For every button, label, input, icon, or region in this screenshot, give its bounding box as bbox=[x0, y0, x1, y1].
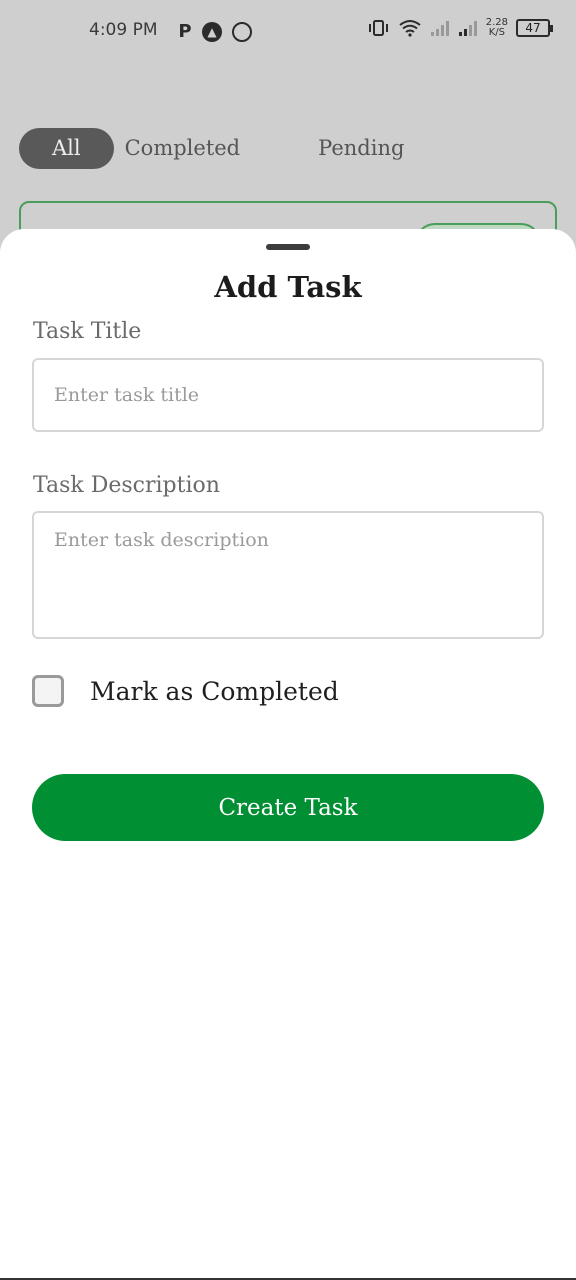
vibrate-icon bbox=[368, 20, 388, 36]
wifi-icon bbox=[399, 20, 421, 37]
network-speed: 2.28 K/S bbox=[485, 17, 508, 38]
sheet-drag-handle[interactable] bbox=[266, 244, 310, 250]
signal-icon-2 bbox=[458, 21, 477, 36]
add-task-sheet: Add Task Task Title Task Description Mar… bbox=[0, 229, 576, 1280]
status-indicators: 2.28 K/S 47 bbox=[368, 17, 553, 38]
status-app-icons: P ▲ bbox=[178, 21, 252, 42]
task-description-label: Task Description bbox=[33, 473, 220, 498]
create-task-button[interactable]: Create Task bbox=[32, 774, 544, 841]
task-description-input[interactable] bbox=[32, 511, 544, 639]
mark-completed-row[interactable]: Mark as Completed bbox=[32, 675, 339, 707]
sheet-title: Add Task bbox=[214, 270, 362, 304]
dimmed-background: 4:09 PM P ▲ 2.28 K/S 47 All Completed Pe… bbox=[0, 0, 576, 281]
task-title-input[interactable] bbox=[32, 358, 544, 432]
paytm-icon: P bbox=[178, 21, 192, 42]
tab-completed[interactable]: Completed bbox=[125, 128, 241, 169]
task-title-label: Task Title bbox=[33, 319, 142, 344]
filter-tabs: All Completed Pending bbox=[19, 128, 404, 169]
tab-all[interactable]: All bbox=[19, 128, 114, 169]
battery-icon: 47 bbox=[516, 19, 553, 37]
tab-pending[interactable]: Pending bbox=[318, 128, 404, 169]
status-time: 4:09 PM bbox=[89, 20, 158, 40]
notification-app-icon: ▲ bbox=[202, 21, 222, 42]
signal-icon-1 bbox=[430, 21, 449, 36]
whatsapp-icon bbox=[232, 21, 252, 42]
mark-completed-label: Mark as Completed bbox=[90, 676, 339, 706]
mark-completed-checkbox[interactable] bbox=[32, 675, 64, 707]
status-bar: 4:09 PM P ▲ 2.28 K/S 47 bbox=[0, 0, 576, 64]
